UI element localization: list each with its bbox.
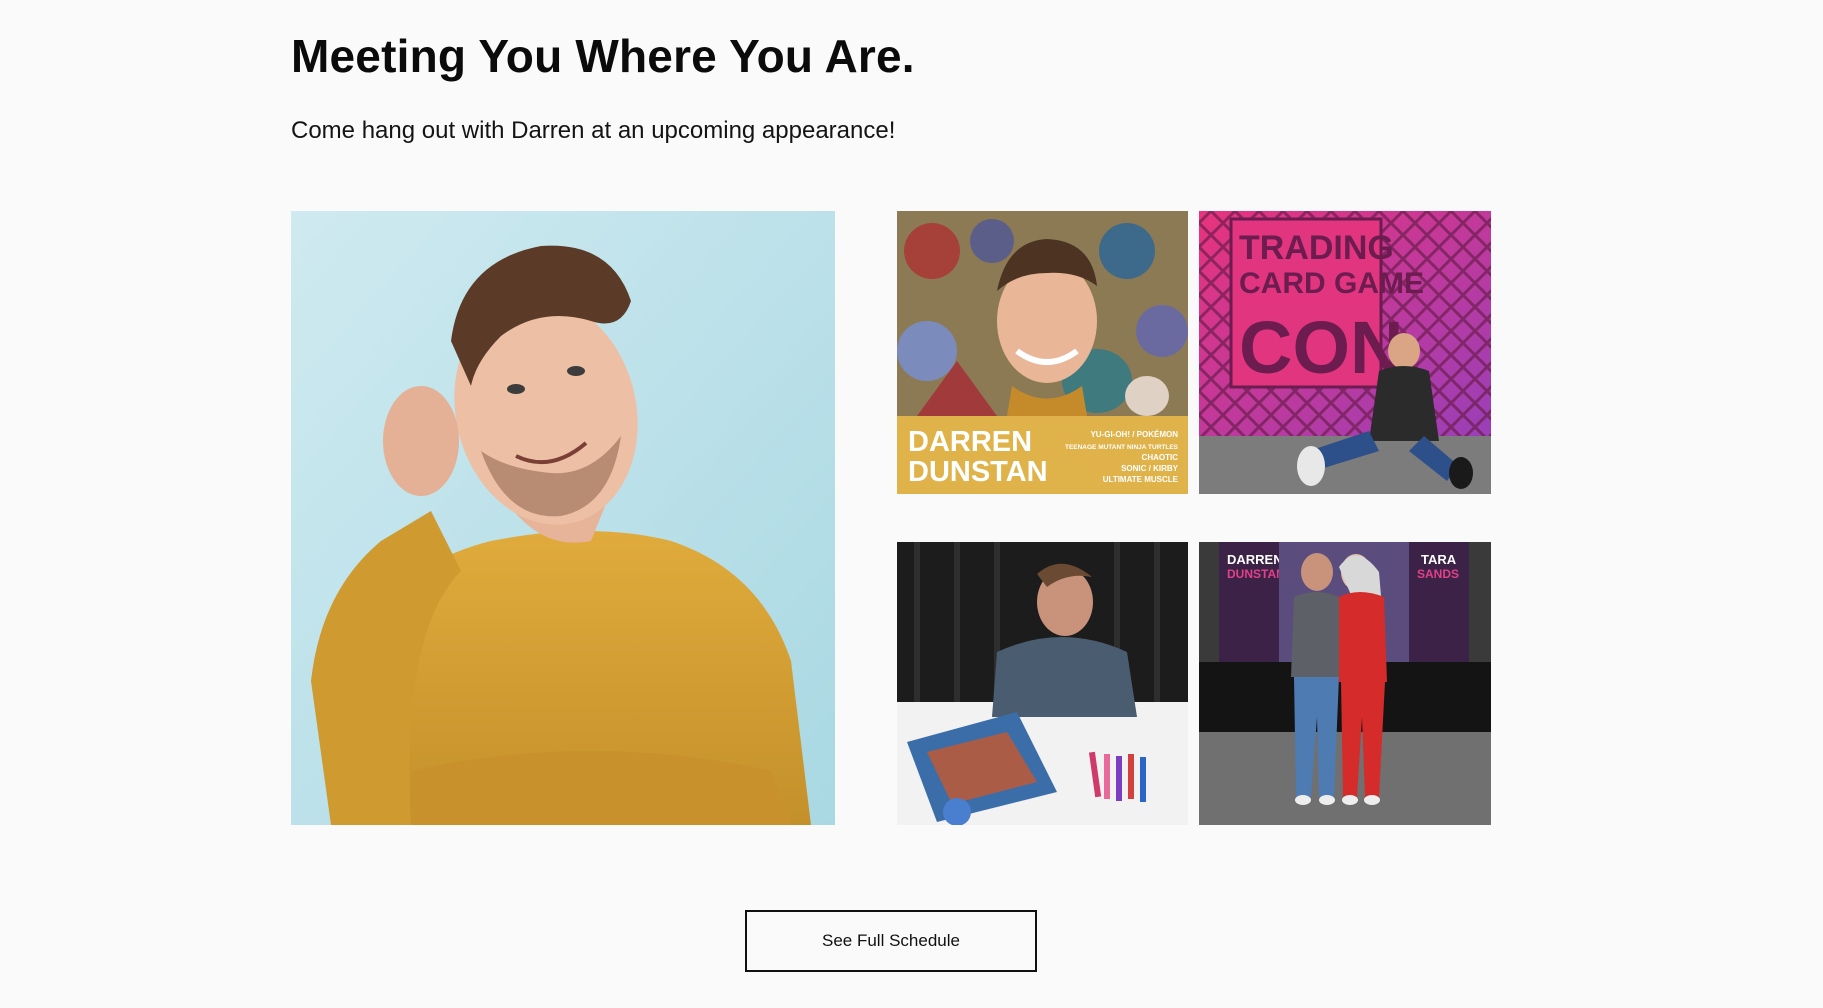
trading-card-con-photo: TRADING CARD GAME CON <box>1199 211 1491 494</box>
section-subtitle: Come hang out with Darren at an upcoming… <box>291 117 896 144</box>
appearances-section: Meeting You Where You Are. Come hang out… <box>0 0 1823 1008</box>
see-full-schedule-button[interactable]: See Full Schedule <box>745 910 1037 972</box>
con-banner-line2: CARD GAME <box>1239 267 1424 300</box>
section-title: Meeting You Where You Are. <box>291 30 915 82</box>
poster-credit-4: SONIC / KIRBY <box>1121 464 1179 473</box>
convention-poster-photo: DARREN DUNSTAN YU-GI-OH! / POKÉMON TEENA… <box>897 211 1188 494</box>
poster-credit-1: YU-GI-OH! / POKÉMON <box>1090 430 1178 439</box>
autograph-signing-photo <box>897 542 1188 825</box>
booth-sign-right-line1: TARA <box>1421 552 1457 567</box>
poster-credit-3: CHAOTIC <box>1142 453 1179 462</box>
booth-sign-left-line2: DUNSTAN <box>1227 567 1285 581</box>
poster-name-line2: DUNSTAN <box>908 456 1048 488</box>
convention-booth-photo: DARREN DUNSTAN TARA SANDS <box>1199 542 1491 825</box>
booth-sign-left-line1: DARREN <box>1227 552 1283 567</box>
con-banner-line1: TRADING <box>1239 229 1394 267</box>
booth-sign-right-line2: SANDS <box>1417 567 1459 581</box>
poster-credit-2: TEENAGE MUTANT NINJA TURTLES <box>1065 444 1179 451</box>
poster-credit-5: ULTIMATE MUSCLE <box>1103 475 1179 484</box>
darren-portrait-photo <box>291 211 835 825</box>
poster-name-line1: DARREN <box>908 426 1032 458</box>
